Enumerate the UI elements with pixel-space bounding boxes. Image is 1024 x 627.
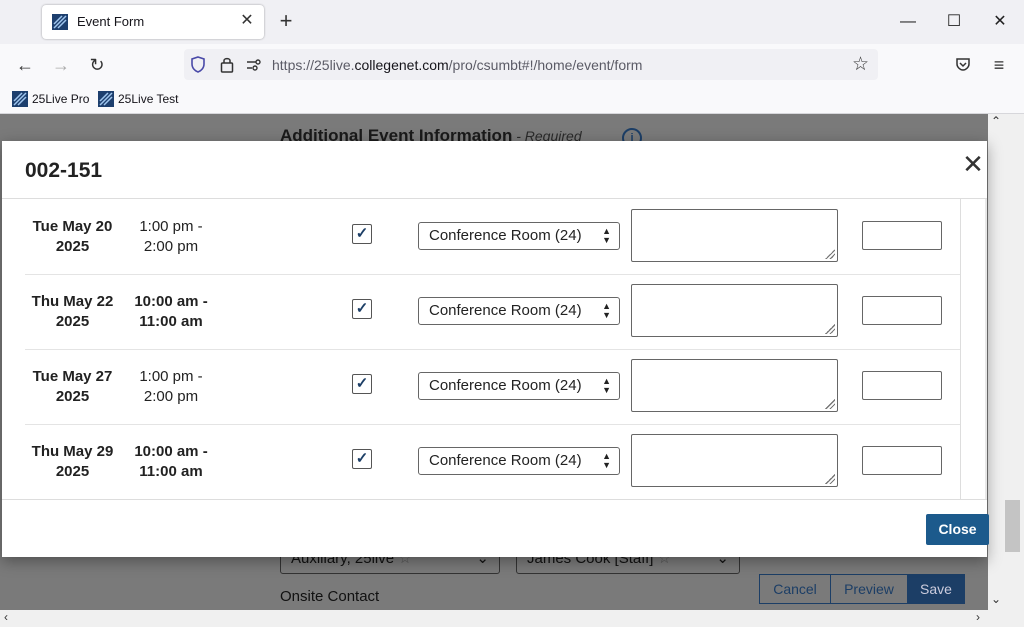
tab-title: Event Form <box>77 14 145 29</box>
bookmark-25live-test[interactable]: 25Live Test <box>98 91 179 107</box>
scroll-down-icon[interactable]: ⌄ <box>991 592 1001 606</box>
25live-favicon-icon <box>52 14 68 30</box>
url-text[interactable]: https://25live.collegenet.com/pro/csumbt… <box>272 57 642 73</box>
include-checkbox[interactable]: ✓ <box>352 449 372 469</box>
scroll-right-icon[interactable]: › <box>976 610 980 624</box>
cancel-button[interactable]: Cancel <box>759 574 831 604</box>
notes-textarea[interactable] <box>631 359 838 412</box>
back-icon[interactable]: ← <box>14 54 36 76</box>
horizontal-scrollbar[interactable]: ‹ › <box>0 610 1024 627</box>
room-select[interactable]: Conference Room (24) ▲ ▼ <box>418 222 620 250</box>
pocket-icon[interactable] <box>955 56 971 72</box>
table-row: Tue May 20 2025 1:00 pm -2:00 pm ✓ Conferenc… <box>25 199 960 275</box>
notes-textarea[interactable] <box>631 284 838 337</box>
resize-grip-icon[interactable] <box>825 474 835 484</box>
onsite-contact-label: Onsite Contact <box>280 588 380 605</box>
quantity-input[interactable] <box>862 296 942 325</box>
occurrence-date: Thu May 22 2025 <box>31 293 114 330</box>
occurrence-time: 10:00 am -11:00 am <box>134 293 208 330</box>
shield-icon[interactable] <box>190 56 206 73</box>
scroll-up-icon[interactable]: ⌃ <box>991 114 1001 128</box>
room-select[interactable]: Conference Room (24) ▲ ▼ <box>418 297 620 325</box>
menu-icon[interactable]: ≡ <box>988 54 1010 76</box>
25live-favicon-icon <box>98 91 114 107</box>
table-row: Thu May 29 2025 10:00 am -11:00 am ✓ Confere… <box>25 424 960 499</box>
bookmarks-bar: 25Live Pro 25Live Test <box>0 86 1024 114</box>
occurrence-date: Tue May 20 2025 <box>32 218 113 255</box>
select-arrows-icon: ▲ ▼ <box>602 226 611 245</box>
save-button[interactable]: Save <box>907 574 965 604</box>
25live-favicon-icon <box>12 91 28 107</box>
include-checkbox[interactable]: ✓ <box>352 374 372 394</box>
modal-close-icon[interactable]: ✕ <box>962 151 984 177</box>
reload-icon[interactable]: ↻ <box>86 54 108 76</box>
occurrence-list[interactable]: Tue May 20 2025 1:00 pm -2:00 pm ✓ Conferenc… <box>25 199 961 499</box>
scroll-thumb[interactable] <box>1005 500 1020 552</box>
preview-button[interactable]: Preview <box>830 574 908 604</box>
permissions-icon[interactable] <box>246 58 262 72</box>
resize-grip-icon[interactable] <box>825 324 835 334</box>
notes-textarea[interactable] <box>631 434 838 487</box>
occurrence-time: 1:00 pm -2:00 pm <box>139 368 203 405</box>
bookmark-label: 25Live Pro <box>32 92 90 106</box>
bookmark-25live-pro[interactable]: 25Live Pro <box>12 91 89 107</box>
select-arrows-icon: ▲ ▼ <box>602 376 611 395</box>
modal-title: 002-151 <box>25 159 103 182</box>
room-select[interactable]: Conference Room (24) ▲ ▼ <box>418 447 620 475</box>
scroll-left-icon[interactable]: ‹ <box>4 610 8 624</box>
modal-scrollbar[interactable] <box>985 199 987 499</box>
table-row: Tue May 27 2025 1:00 pm -2:00 pm ✓ Conferenc… <box>25 349 960 425</box>
occurrence-time: 1:00 pm -2:00 pm <box>139 218 203 255</box>
new-tab-icon[interactable]: + <box>276 10 296 32</box>
vertical-scrollbar[interactable]: ⌃ ⌄ <box>988 114 1024 610</box>
quantity-input[interactable] <box>862 221 942 250</box>
include-checkbox[interactable]: ✓ <box>352 299 372 319</box>
table-row: Thu May 22 2025 10:00 am -11:00 am ✓ Confere… <box>25 274 960 350</box>
maximize-icon[interactable]: ☐ <box>942 10 966 34</box>
occurrence-date: Thu May 29 2025 <box>31 443 114 480</box>
window-close-icon[interactable]: ✕ <box>988 10 1012 34</box>
tab-close-icon[interactable]: ✕ <box>238 12 256 30</box>
occurrence-time: 10:00 am -11:00 am <box>134 443 208 480</box>
select-arrows-icon: ▲ ▼ <box>602 451 611 470</box>
close-button[interactable]: Close <box>926 514 989 545</box>
quantity-input[interactable] <box>862 371 942 400</box>
bookmark-star-icon[interactable]: ☆ <box>852 53 869 76</box>
forward-icon[interactable]: → <box>50 54 72 76</box>
resize-grip-icon[interactable] <box>825 399 835 409</box>
minimize-icon[interactable]: — <box>896 10 920 34</box>
include-checkbox[interactable]: ✓ <box>352 224 372 244</box>
divider <box>2 499 987 500</box>
occurrences-modal: 002-151 ✕ Tue May 20 2025 1:00 pm -2:00 pm… <box>2 141 989 557</box>
notes-textarea[interactable] <box>631 209 838 262</box>
browser-nav-bar: ← → ↻ https://25live.collegenet.com/pro/… <box>0 44 1024 86</box>
room-select[interactable]: Conference Room (24) ▲ ▼ <box>418 372 620 400</box>
quantity-input[interactable] <box>862 446 942 475</box>
url-bar[interactable]: https://25live.collegenet.com/pro/csumbt… <box>184 49 878 80</box>
resize-grip-icon[interactable] <box>825 249 835 259</box>
select-arrows-icon: ▲ ▼ <box>602 301 611 320</box>
browser-tab-bar: Event Form ✕ + — ☐ ✕ <box>0 0 1024 44</box>
browser-tab[interactable]: Event Form ✕ <box>42 5 264 39</box>
occurrence-date: Tue May 27 2025 <box>32 368 113 405</box>
lock-icon[interactable] <box>220 56 234 73</box>
bookmark-label: 25Live Test <box>118 92 179 106</box>
